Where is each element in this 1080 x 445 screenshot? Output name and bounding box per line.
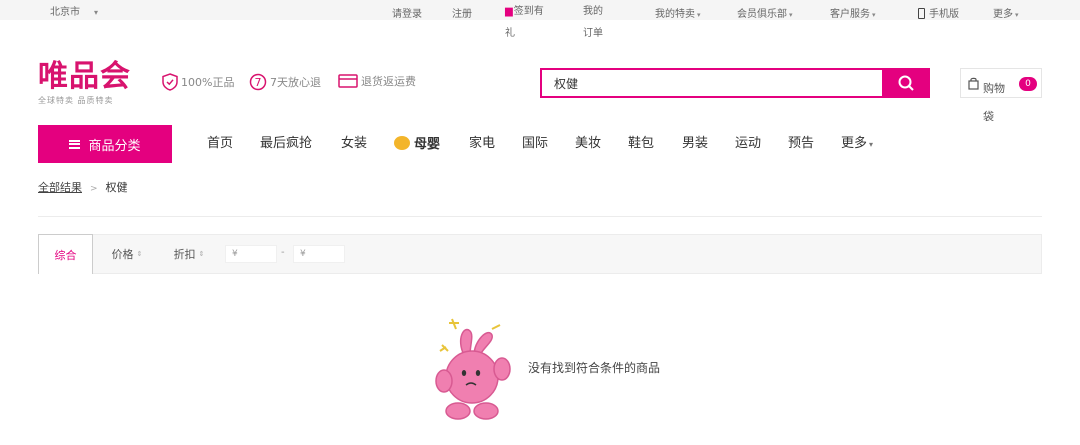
nav-item-more-label: 更多 — [841, 136, 868, 151]
login-link[interactable]: 请登录 — [392, 3, 422, 27]
sort-price[interactable]: 价格 ⇕ — [99, 234, 155, 274]
divider — [38, 216, 1042, 217]
breadcrumb: 全部结果 > 权健 — [38, 179, 128, 195]
price-min-input[interactable]: ¥ — [225, 245, 277, 263]
menu-icon — [69, 139, 81, 149]
chevron-down-icon: ▾ — [789, 11, 793, 19]
cart-button[interactable]: 购物袋 0 — [960, 68, 1042, 123]
customer-service-menu[interactable]: 客户服务 ▾ — [830, 3, 876, 27]
nav-item-more[interactable]: 更多 ▾ — [841, 136, 873, 153]
register-link[interactable]: 注册 — [452, 3, 472, 27]
chevron-down-icon: ▾ — [697, 11, 701, 19]
signin-gift-link[interactable]: ▆签到有礼 — [505, 1, 553, 45]
nav-item-shoes-bags[interactable]: 鞋包 — [628, 136, 654, 152]
nav-item-home[interactable]: 首页 — [207, 136, 233, 152]
promise-authentic-label: 100%正品 — [181, 76, 235, 89]
city-selector[interactable]: 北京市 ▾ — [50, 3, 98, 18]
nav-item-appliances[interactable]: 家电 — [469, 136, 495, 152]
logo-slogan: 全球特卖 品质特卖 — [38, 96, 114, 105]
sort-discount[interactable]: 折扣 ⇕ — [161, 234, 217, 274]
phone-icon — [918, 8, 925, 19]
cart-count-badge: 0 — [1019, 77, 1037, 91]
promise-return: 7 7天放心退 — [249, 73, 321, 91]
nav-item-last-rush[interactable]: 最后疯抢 — [260, 136, 312, 152]
nav-item-preview[interactable]: 预告 — [788, 136, 814, 152]
promise-return-label: 7天放心退 — [270, 76, 321, 89]
sort-arrows-icon: ⇕ — [136, 250, 143, 258]
more-label: 更多 — [993, 9, 1013, 20]
customer-service-label: 客户服务 — [830, 9, 870, 20]
card-icon — [338, 74, 358, 88]
nav-item-international[interactable]: 国际 — [522, 136, 548, 152]
sort-default[interactable]: 综合 — [38, 234, 93, 274]
nav-item-sports[interactable]: 运动 — [735, 136, 761, 152]
seven-days-icon: 7 — [249, 73, 267, 91]
nav-item-baby-label: 母婴 — [414, 137, 441, 152]
nav-item-beauty[interactable]: 美妆 — [575, 136, 601, 152]
shield-icon — [162, 73, 178, 91]
top-bar: 北京市 ▾ 请登录 注册 ▆签到有礼 我的订单 我的特卖 ▾ 会员俱乐部 ▾ 客户服务… — [0, 0, 1080, 39]
sort-default-label: 综合 — [54, 248, 77, 262]
my-special-label: 我的特卖 — [655, 9, 695, 20]
mascot-rabbit-image — [435, 318, 511, 420]
sort-arrows-icon: ⇕ — [198, 250, 205, 258]
promise-shipping: 退货返运费 — [338, 73, 416, 89]
chevron-down-icon: ▾ — [94, 8, 99, 17]
category-menu-button[interactable]: 商品分类 — [38, 125, 172, 163]
sort-price-label: 价格 — [111, 248, 134, 261]
breadcrumb-current: 权健 — [105, 181, 128, 194]
price-max-input[interactable]: ¥ — [293, 245, 345, 263]
empty-state-message: 没有找到符合条件的商品 — [528, 361, 661, 375]
nav-item-men[interactable]: 男装 — [682, 136, 708, 152]
chevron-down-icon: ▾ — [872, 11, 876, 19]
category-menu-label: 商品分类 — [88, 138, 141, 154]
gift-icon: ▆ — [505, 6, 513, 17]
more-menu[interactable]: 更多 ▾ — [993, 3, 1019, 27]
member-club-label: 会员俱乐部 — [737, 9, 787, 20]
svg-text:7: 7 — [255, 76, 262, 89]
chevron-down-icon: ▾ — [1015, 11, 1019, 19]
promise-shipping-label: 退货返运费 — [361, 75, 416, 88]
search-icon — [898, 75, 914, 91]
city-label: 北京市 — [50, 7, 80, 18]
shopping-bag-icon — [968, 77, 979, 90]
cart-label: 购物袋 — [983, 82, 1005, 123]
search-input[interactable] — [542, 70, 884, 96]
nav-item-baby[interactable]: 母婴 — [394, 136, 440, 153]
nav-item-women[interactable]: 女装 — [341, 136, 367, 152]
my-special-menu[interactable]: 我的特卖 ▾ — [655, 3, 701, 27]
filter-bar: 综合 价格 ⇕ 折扣 ⇕ ¥ - ¥ — [38, 234, 1042, 274]
chevron-right-icon: > — [90, 184, 98, 194]
search-button[interactable] — [882, 68, 930, 98]
promise-authentic: 100%正品 — [162, 73, 234, 91]
member-club-menu[interactable]: 会员俱乐部 ▾ — [737, 3, 793, 27]
sort-discount-label: 折扣 — [173, 248, 196, 261]
baby-icon — [394, 136, 410, 150]
price-range-separator: - — [281, 247, 285, 258]
logo-text: 唯品会 — [38, 59, 131, 94]
site-logo[interactable]: 唯品会 全球特卖 品质特卖 — [38, 60, 131, 106]
my-orders-link[interactable]: 我的订单 — [583, 1, 609, 45]
mobile-link[interactable]: 手机版 — [918, 3, 959, 27]
chevron-down-icon: ▾ — [869, 140, 874, 149]
mobile-label: 手机版 — [929, 9, 959, 20]
search-box — [540, 68, 930, 98]
breadcrumb-root-link[interactable]: 全部结果 — [38, 181, 82, 194]
